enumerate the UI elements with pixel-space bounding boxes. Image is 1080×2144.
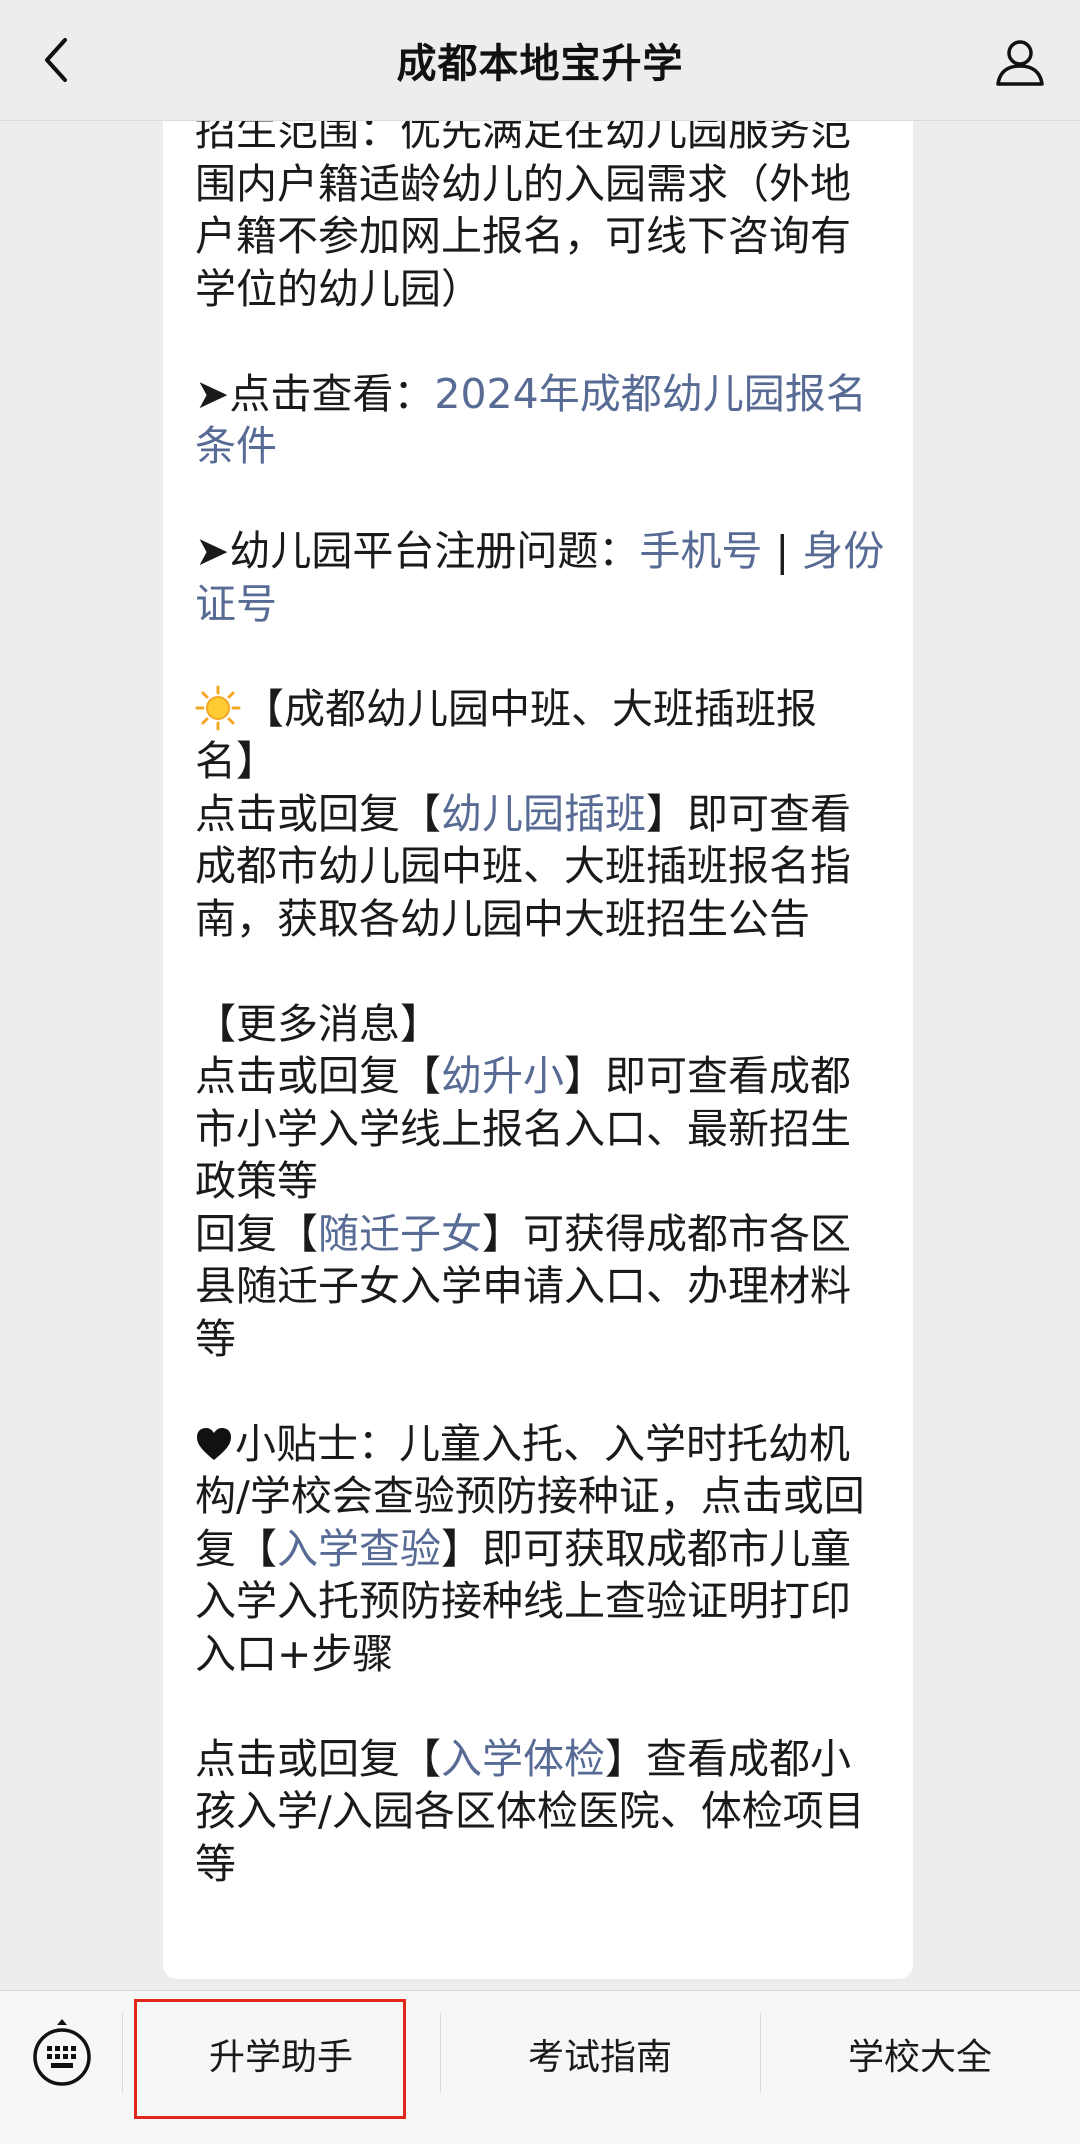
health-check-link[interactable]: 入学体检 (441, 1735, 605, 1783)
sun-emoji-icon (195, 685, 241, 731)
kindergarten-transfer-link[interactable]: 幼儿园插班 (441, 790, 646, 838)
migrant-children-link[interactable]: 随迁子女 (318, 1210, 482, 1258)
transfer-section-title: 【成都幼儿园中班、大班插班报名】 (195, 684, 817, 786)
primary-admission-link[interactable]: 幼升小 (441, 1052, 564, 1100)
tab-study-assistant[interactable]: 升学助手 (122, 1991, 440, 2117)
page-title: 成都本地宝升学 (396, 41, 684, 87)
tab-school-directory[interactable]: 学校大全 (760, 1991, 1080, 2117)
user-icon (996, 40, 1044, 86)
link-separator: | (762, 527, 803, 575)
nav-header: 成都本地宝升学 (0, 0, 1080, 121)
article-content: 招生范围：优先满足在幼儿园服务范围内户籍适龄幼儿的入园需求（外地户籍不参加网上报… (195, 121, 885, 1890)
more-news-title: 【更多消息】 (195, 999, 441, 1048)
enrollment-scope-text: 招生范围：优先满足在幼儿园服务范围内户籍适龄幼儿的入园需求（外地户籍不参加网上报… (195, 121, 851, 313)
back-button[interactable] (28, 32, 84, 88)
bottom-menu-bar: 升学助手 考试指南 学校大全 (0, 1990, 1080, 2144)
tab-exam-guide[interactable]: 考试指南 (440, 1991, 760, 2117)
health-check-pre: 点击或回复【 (195, 1734, 441, 1783)
transfer-pre: 点击或回复【 (195, 789, 441, 838)
chevron-left-icon (45, 38, 67, 82)
message-bubble: 招生范围：优先满足在幼儿园服务范围内户籍适龄幼儿的入园需求（外地户籍不参加网上报… (163, 121, 913, 1979)
register-issue-prefix: ➤幼儿园平台注册问题： (195, 527, 640, 575)
keyboard-toggle-button[interactable] (26, 2017, 98, 2089)
migrant-pre: 回复【 (195, 1209, 318, 1258)
black-heart-icon (195, 1422, 233, 1460)
vaccination-check-link[interactable]: 入学查验 (277, 1525, 441, 1573)
phone-number-link[interactable]: 手机号 (639, 527, 762, 575)
keyboard-icon (33, 2019, 91, 2086)
requirements-prefix: ➤点击查看： (195, 369, 435, 418)
profile-button[interactable] (988, 30, 1052, 94)
primary-pre: 点击或回复【 (195, 1052, 441, 1100)
